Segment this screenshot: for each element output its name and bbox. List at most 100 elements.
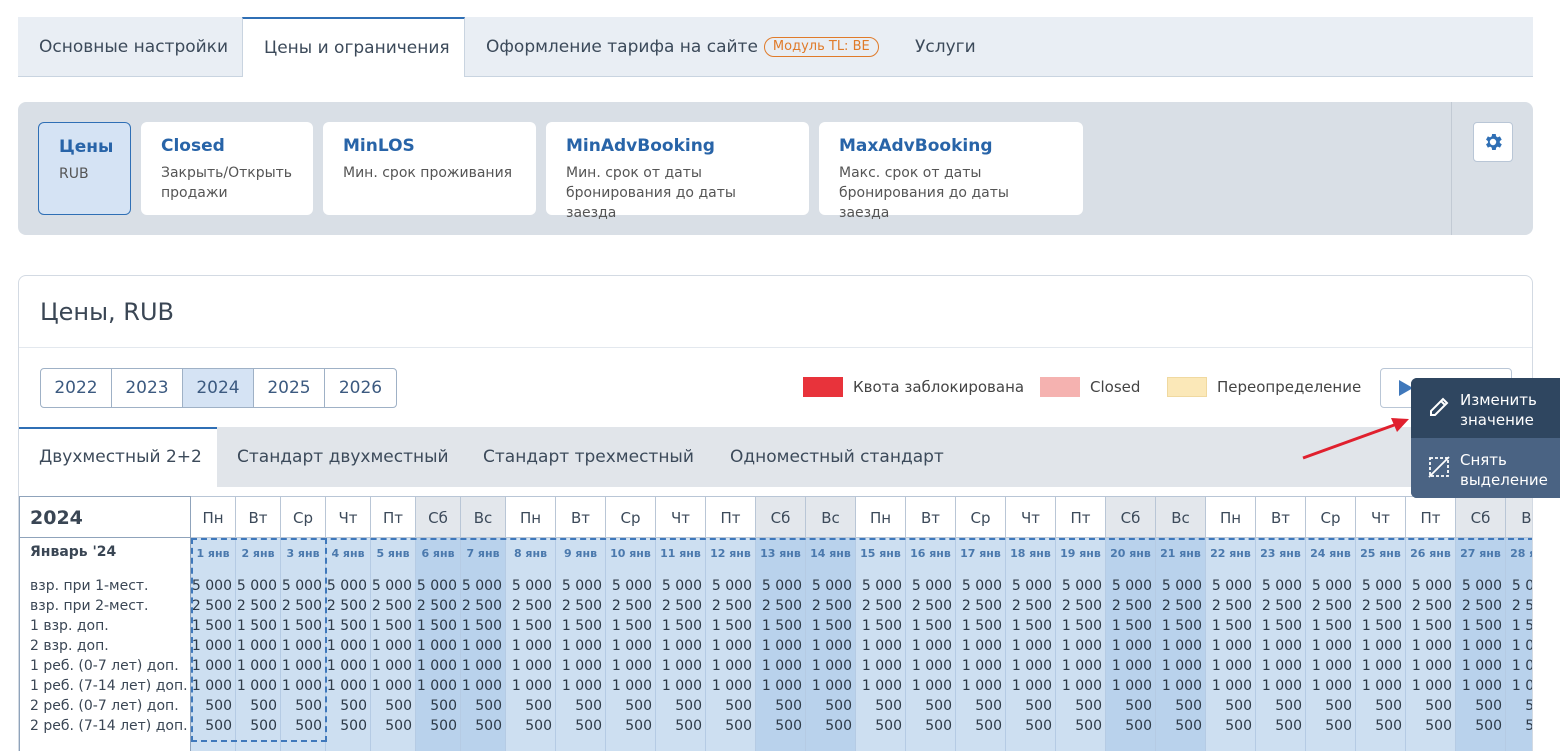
price-cell[interactable]: 1 500	[372, 618, 412, 634]
price-cell[interactable]: 1 000	[1412, 638, 1452, 654]
price-cell[interactable]: 1 000	[1212, 638, 1252, 654]
mode-prices[interactable]: Цены RUB	[38, 122, 131, 215]
price-cell[interactable]: 1 000	[562, 638, 602, 654]
price-cell[interactable]: 5 000	[562, 578, 602, 594]
price-cell[interactable]: 500	[430, 698, 457, 714]
price-cell[interactable]: 500	[475, 718, 502, 734]
day-column[interactable]: 28 янв 5 000 2 500 1 500 1 000 1 000 1 000 500 5…	[1506, 538, 1532, 751]
price-cell[interactable]: 2 500	[1212, 598, 1252, 614]
price-cell[interactable]: 2 500	[327, 598, 367, 614]
price-cell[interactable]: 2 500	[417, 598, 457, 614]
edit-value-menu-item[interactable]: Изменить значение	[1411, 378, 1560, 438]
price-cell[interactable]: 1 500	[1162, 618, 1202, 634]
price-cell[interactable]: 2 500	[712, 598, 752, 614]
price-cell[interactable]: 2 500	[862, 598, 902, 614]
price-cell[interactable]: 1 500	[912, 618, 952, 634]
price-cell[interactable]: 1 000	[862, 658, 902, 674]
price-cell[interactable]: 500	[1075, 698, 1102, 714]
price-cell[interactable]: 1 500	[1362, 618, 1402, 634]
price-cell[interactable]: 1 000	[762, 638, 802, 654]
tab-services[interactable]: Услуги	[915, 17, 976, 77]
price-cell[interactable]: 500	[340, 698, 367, 714]
year-2025[interactable]: 2025	[254, 369, 325, 407]
day-column[interactable]: 13 янв 5 000 2 500 1 500 1 000 1 000 1 000 500 5…	[756, 538, 806, 751]
day-column[interactable]: 18 янв 5 000 2 500 1 500 1 000 1 000 1 000 500 5…	[1006, 538, 1056, 751]
price-cell[interactable]: 1 500	[1462, 618, 1502, 634]
price-cell[interactable]: 2 500	[512, 598, 552, 614]
tab-prices-restrictions[interactable]: Цены и ограничения	[242, 17, 465, 77]
price-cell[interactable]: 1 500	[462, 618, 502, 634]
price-cell[interactable]: 500	[975, 698, 1002, 714]
price-cell[interactable]: 1 000	[1262, 638, 1302, 654]
price-cell[interactable]: 1 000	[1162, 678, 1202, 694]
price-cell[interactable]: 1 000	[462, 638, 502, 654]
price-cell[interactable]: 1 000	[712, 658, 752, 674]
price-cell[interactable]: 1 500	[1062, 618, 1102, 634]
day-column[interactable]: 27 янв 5 000 2 500 1 500 1 000 1 000 1 000 500 5…	[1456, 538, 1506, 751]
price-cell[interactable]: 1 500	[417, 618, 457, 634]
price-cell[interactable]: 2 500	[1462, 598, 1502, 614]
price-cell[interactable]: 1 500	[327, 618, 367, 634]
price-cell[interactable]: 500	[1275, 698, 1302, 714]
day-column[interactable]: 22 янв 5 000 2 500 1 500 1 000 1 000 1 000 500 5…	[1206, 538, 1256, 751]
day-column[interactable]: 20 янв 5 000 2 500 1 500 1 000 1 000 1 000 500 5…	[1106, 538, 1156, 751]
day-column[interactable]: 21 янв 5 000 2 500 1 500 1 000 1 000 1 000 500 5…	[1156, 538, 1206, 751]
price-cell[interactable]: 5 000	[662, 578, 702, 594]
price-cell[interactable]: 5 000	[1112, 578, 1152, 594]
settings-button[interactable]	[1473, 122, 1513, 162]
price-cell[interactable]: 1 000	[1112, 658, 1152, 674]
price-cell[interactable]: 1 000	[417, 658, 457, 674]
year-2026[interactable]: 2026	[325, 369, 396, 407]
price-cell[interactable]: 1 000	[1412, 678, 1452, 694]
mode-maxadvbooking[interactable]: MaxAdvBooking Макс. срок от даты брониро…	[819, 122, 1083, 221]
price-cell[interactable]: 500	[1075, 718, 1102, 734]
price-cell[interactable]: 500	[725, 718, 752, 734]
room-tab-double-2-2[interactable]: Двухместный 2+2	[19, 427, 217, 487]
price-cell[interactable]: 500	[1275, 718, 1302, 734]
price-cell[interactable]: 5 000	[462, 578, 502, 594]
price-cell[interactable]: 2 500	[1412, 598, 1452, 614]
price-cell[interactable]: 1 500	[962, 618, 1002, 634]
day-column[interactable]: 16 янв 5 000 2 500 1 500 1 000 1 000 1 000 500 5…	[906, 538, 956, 751]
mode-closed[interactable]: Closed Закрыть/Открыть продажи	[141, 122, 313, 215]
price-cell[interactable]: 2 500	[762, 598, 802, 614]
price-cell[interactable]: 1 000	[1262, 658, 1302, 674]
price-cell[interactable]: 2 500	[462, 598, 502, 614]
price-cell[interactable]: 500	[1375, 698, 1402, 714]
price-cell[interactable]: 500	[1475, 698, 1502, 714]
price-cell[interactable]: 1 500	[512, 618, 552, 634]
price-cell[interactable]: 1 500	[1512, 618, 1532, 634]
price-cell[interactable]: 1 000	[1062, 678, 1102, 694]
price-cell[interactable]: 500	[1425, 718, 1452, 734]
price-cell[interactable]: 1 000	[372, 678, 412, 694]
price-cell[interactable]: 1 000	[1362, 638, 1402, 654]
price-cell[interactable]: 1 000	[372, 638, 412, 654]
price-cell[interactable]: 1 000	[372, 658, 412, 674]
day-column[interactable]: 12 янв 5 000 2 500 1 500 1 000 1 000 1 000 500 5…	[706, 538, 756, 751]
price-cell[interactable]: 5 000	[1512, 578, 1532, 594]
price-cell[interactable]: 1 500	[1112, 618, 1152, 634]
price-cell[interactable]: 1 500	[1262, 618, 1302, 634]
price-cell[interactable]: 1 000	[327, 678, 367, 694]
price-cell[interactable]: 500	[1475, 718, 1502, 734]
price-cell[interactable]: 500	[675, 718, 702, 734]
day-column[interactable]: 8 янв 5 000 2 500 1 500 1 000 1 000 1 000 500 50…	[506, 538, 556, 751]
price-cell[interactable]: 500	[1125, 718, 1152, 734]
price-cell[interactable]: 1 000	[1312, 658, 1352, 674]
price-cell[interactable]: 5 000	[1262, 578, 1302, 594]
price-cell[interactable]: 1 000	[1462, 658, 1502, 674]
mode-minadvbooking[interactable]: MinAdvBooking Мин. срок от даты брониров…	[546, 122, 809, 221]
price-cell[interactable]: 1 000	[712, 678, 752, 694]
price-cell[interactable]: 1 000	[1012, 658, 1052, 674]
price-cell[interactable]: 1 000	[962, 678, 1002, 694]
price-cell[interactable]: 1 000	[862, 638, 902, 654]
price-cell[interactable]: 500	[1525, 698, 1532, 714]
day-column[interactable]: 4 янв 5 000 2 500 1 500 1 000 1 000 1 000 500 50…	[326, 538, 371, 751]
price-cell[interactable]: 2 500	[1112, 598, 1152, 614]
price-cell[interactable]: 500	[1125, 698, 1152, 714]
price-cell[interactable]: 500	[1525, 718, 1532, 734]
price-cell[interactable]: 5 000	[862, 578, 902, 594]
price-cell[interactable]: 1 000	[327, 638, 367, 654]
price-cell[interactable]: 1 000	[1312, 638, 1352, 654]
price-cell[interactable]: 500	[1325, 718, 1352, 734]
